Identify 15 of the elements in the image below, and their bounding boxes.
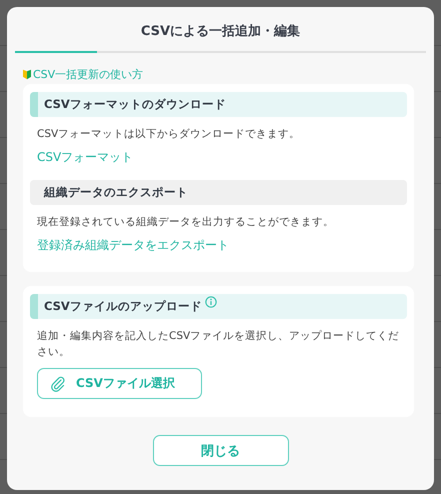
beginner-mark-icon xyxy=(23,69,31,80)
help-link[interactable]: CSV一括更新の使い方 xyxy=(33,67,144,82)
paperclip-icon xyxy=(50,376,66,392)
info-icon xyxy=(204,296,217,308)
file-select-button[interactable]: CSVファイル選択 xyxy=(37,368,202,399)
section-description: 追加・編集内容を記入したCSVファイルを選択し、アップロードしてください。 xyxy=(37,329,400,360)
section-link[interactable]: 登録済み組織データをエクスポート xyxy=(37,237,407,254)
section-description: CSVフォーマットは以下からダウンロードできます。 xyxy=(37,127,302,142)
section-link[interactable]: CSVフォーマット xyxy=(37,149,407,166)
section-heading: CSVファイルのアップロード xyxy=(30,294,407,319)
dialog-title: CSVによる一括追加・編集 xyxy=(140,23,302,41)
section-heading: CSVフォーマットのダウンロード xyxy=(30,92,407,117)
section-description: 現在登録されている組織データを出力することができます。 xyxy=(37,215,335,230)
section-heading: 組織データのエクスポート xyxy=(30,180,407,205)
close-button[interactable]: 閉じる xyxy=(152,435,288,466)
